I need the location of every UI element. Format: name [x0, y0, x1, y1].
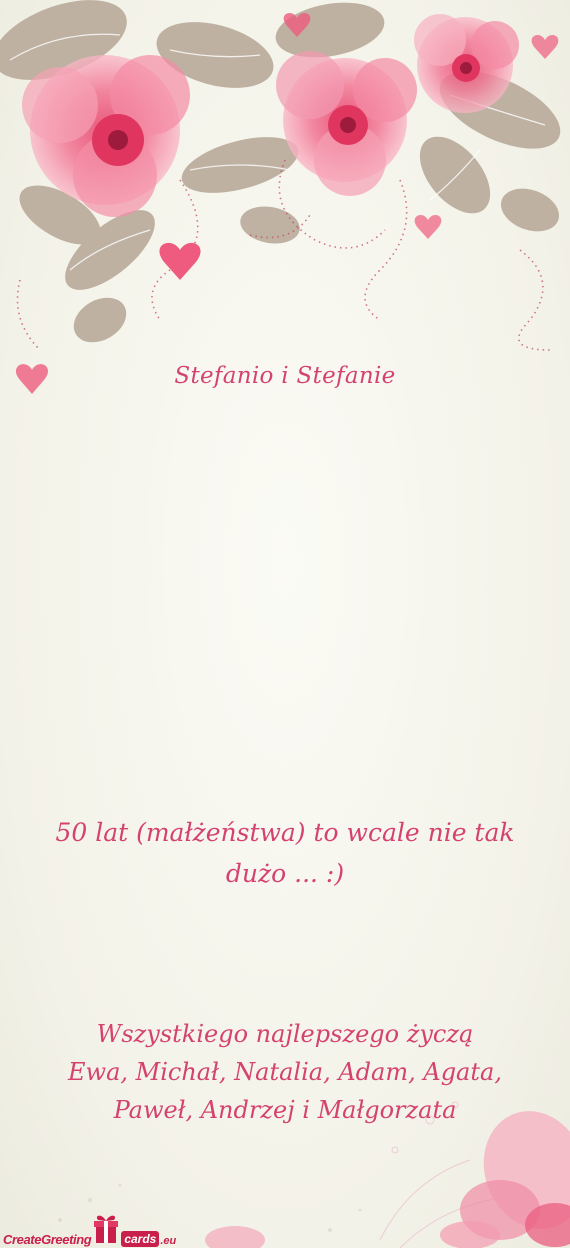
greeting-card: Stefanio i Stefanie 50 lat (małżeństwa) … — [0, 0, 570, 1248]
signature-line-greeting: Wszystkiego najlepszego życzą — [96, 1020, 474, 1048]
anniversary-message: 50 lat (małżeństwa) to wcale nie tak duż… — [55, 818, 515, 888]
signature-line-names-2: Paweł, Andrzej i Małgorzata — [113, 1096, 457, 1124]
signature-line-names-1: Ewa, Michał, Natalia, Adam, Agata, — [68, 1058, 502, 1086]
flower-icon — [276, 51, 417, 196]
flower-icon — [205, 1226, 265, 1248]
brand-name: CreateGreeting — [3, 1232, 92, 1247]
brand-suffix: .eu — [160, 1235, 177, 1247]
gift-icon — [93, 1211, 119, 1245]
signature-block: Wszystkiego najlepszego życzą Ewa, Micha… — [0, 1015, 570, 1129]
brand-logo-link[interactable]: CreateGreeting cards .eu — [3, 1207, 176, 1247]
couple-names: Stefanio i Stefanie — [174, 363, 396, 389]
brand-badge: cards — [121, 1231, 160, 1247]
